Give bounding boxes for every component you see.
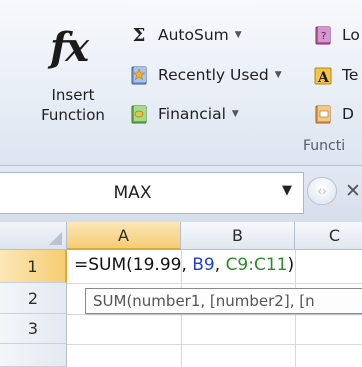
financial-button[interactable]: Financial ▼ <box>128 101 239 127</box>
gridline <box>67 344 362 345</box>
column-header-a[interactable]: A <box>67 222 181 250</box>
sigma-icon: Σ <box>132 24 146 46</box>
chevron-down-icon: ▼ <box>274 70 282 80</box>
logical-label: Lo <box>342 26 360 44</box>
function-argument-tooltip[interactable]: SUM(number1, [number2], [n <box>85 288 362 314</box>
formula-ref-b9: B9 <box>192 255 215 275</box>
name-box-value: MAX <box>113 183 152 203</box>
formula-separator: , <box>214 255 226 275</box>
financial-label: Financial <box>158 105 226 123</box>
date-time-label: D <box>342 105 354 123</box>
chevron-down-icon: ▼ <box>234 30 242 40</box>
text-label: Te <box>342 66 359 84</box>
formula-suffix: ) <box>287 255 295 275</box>
text-book-icon: A <box>312 64 334 86</box>
name-box[interactable]: MAX ▼ <box>0 172 304 214</box>
column-header-b[interactable]: B <box>181 222 295 250</box>
gridline <box>67 283 362 284</box>
formula-bar: MAX ▼ ‹› ✕ <box>0 166 362 222</box>
financial-book-icon <box>128 103 150 125</box>
cancel-icon[interactable]: ✕ <box>345 180 361 202</box>
row-header-1[interactable]: 1 <box>0 250 67 283</box>
chevron-down-icon: ▼ <box>231 109 239 119</box>
formulas-ribbon: fx Insert Function Σ AutoSum ▼ Recently … <box>0 0 362 166</box>
function-library-group-label: Functi <box>303 138 346 154</box>
select-all-icon <box>49 232 62 245</box>
cell-a1-formula[interactable]: =SUM(19.99, B9, C9:C11) <box>74 255 294 275</box>
text-button[interactable]: A Te <box>312 62 358 88</box>
formula-prefix: =SUM(19.99, <box>74 255 193 275</box>
logical-book-icon: ? <box>312 24 334 46</box>
fx-icon: fx <box>50 24 89 71</box>
autosum-label: AutoSum <box>158 26 229 44</box>
date-book-icon <box>312 103 334 125</box>
select-all-corner[interactable] <box>0 222 67 250</box>
logical-button[interactable]: ? Lo <box>312 22 360 48</box>
row-header-3[interactable]: 3 <box>0 314 67 344</box>
column-header-c[interactable]: C <box>295 222 362 250</box>
formula-ref-c9-c11: C9:C11 <box>225 255 288 275</box>
formula-bar-grip[interactable]: ‹› <box>307 177 337 205</box>
svg-text:A: A <box>317 70 330 86</box>
insert-function-label: Insert Function <box>41 86 105 124</box>
chevron-down-icon[interactable]: ▼ <box>282 183 292 198</box>
insert-function-button[interactable]: fx Insert Function <box>30 18 120 138</box>
worksheet-grid: A B C 1 2 3 =SUM(19.99, B9, C9:C11) SUM(… <box>0 222 362 367</box>
recently-used-button[interactable]: Recently Used ▼ <box>128 62 282 88</box>
row-header-2[interactable]: 2 <box>0 283 67 314</box>
row-header-4[interactable] <box>0 344 67 367</box>
autosum-button[interactable]: Σ AutoSum ▼ <box>128 22 242 48</box>
svg-text:?: ? <box>321 31 326 42</box>
recently-used-label: Recently Used <box>158 66 269 84</box>
star-book-icon <box>128 64 150 86</box>
date-time-button[interactable]: D <box>312 101 354 127</box>
gridline <box>67 314 362 315</box>
